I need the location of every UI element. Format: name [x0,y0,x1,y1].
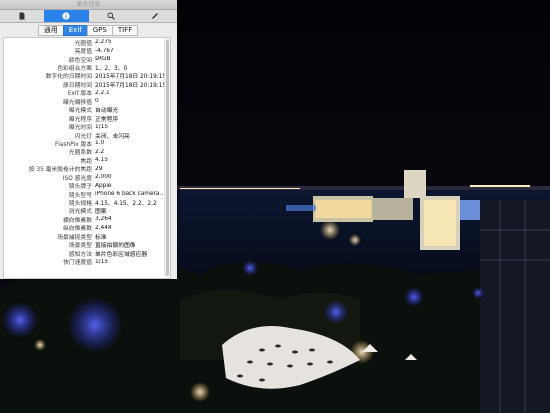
search-icon [107,12,115,20]
toolbar-pen-button[interactable] [133,10,177,22]
exif-value: 单片色彩区域感应器 [95,251,148,258]
metadata-tabs: 通用 Exif GPS TIFF [0,24,177,37]
exif-value: 4.15 [95,157,108,164]
exif-value: 3,264 [95,216,112,223]
exif-property-list[interactable]: 光圈值 2.275 亮度值 -4.767 颜色空间 sRGB 色彩组合方案 1、2、3、0 数字… [3,37,171,279]
pen-icon [151,13,158,19]
scrollbar-thumb[interactable] [166,40,169,276]
exif-value: 2.275 [95,39,112,46]
tab-tiff[interactable]: TIFF [111,25,139,36]
exif-value: 关闭、未闪亮 [95,133,130,140]
exif-value: iPhone 6 back camera… [95,191,165,198]
tab-general[interactable]: 通用 [37,25,64,36]
exif-value: 0 [95,98,99,105]
exif-key: 快门速度值 [63,260,92,267]
list-scrollbar[interactable] [164,38,170,276]
exif-value: 1.0 [95,140,105,147]
tab-exif[interactable]: Exif [62,25,88,36]
exif-value: 2.2 [95,148,105,155]
toolbar-search-button[interactable] [89,10,133,22]
window-title: 更多信息 [76,1,101,8]
exif-value: sRGB [95,56,111,63]
info-inspector-window: 更多信息 通用 Exif GPS TIFF 光圈值 2.275 亮度值 -4.7… [0,0,177,279]
exif-value: 正常程序 [95,116,119,123]
info-icon [62,12,70,20]
exif-value: 2015年7月18日 20:19:15 [95,82,165,89]
toolbar-info-button[interactable] [44,10,89,22]
exif-value: Apple [95,182,112,189]
exif-value: 29 [95,165,103,172]
tab-gps[interactable]: GPS [86,25,113,36]
exif-value: -4.767 [95,47,114,54]
exif-value: 2,000 [95,174,112,181]
file-icon [19,12,25,20]
exif-value: 2,448 [95,224,112,231]
exif-value: 2.2.1 [95,89,110,96]
exif-row[interactable]: 快门速度值 1/15 [4,257,170,267]
exif-value: 1/15 [95,258,109,265]
toolbar-file-button[interactable] [0,10,44,22]
exif-value: 图案 [95,209,107,216]
exif-value: 1/15 [95,123,109,130]
window-titlebar: 更多信息 [0,0,177,10]
inspector-toolbar [0,10,177,23]
